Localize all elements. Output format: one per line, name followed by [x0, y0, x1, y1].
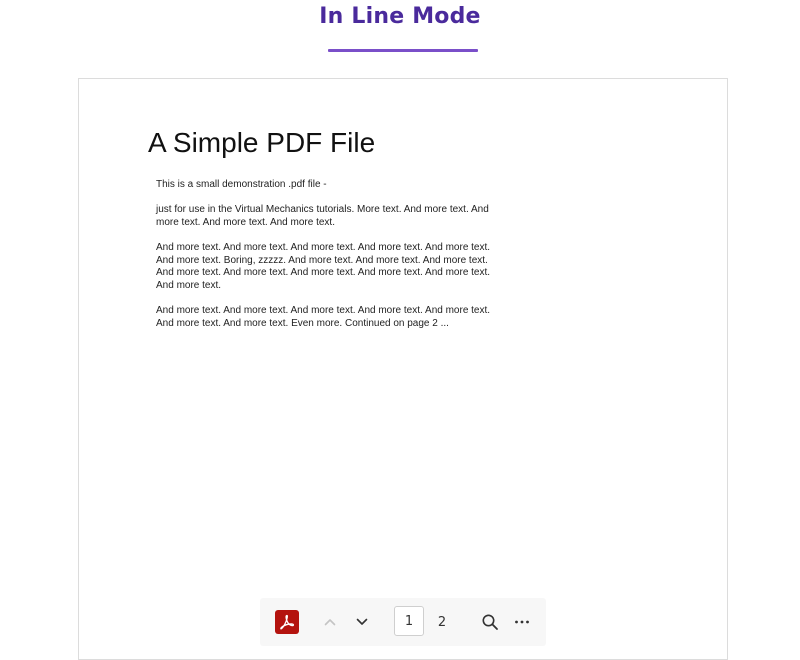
more-horizontal-icon[interactable]	[510, 610, 534, 634]
pdf-paragraph: just for use in the Virtual Mechanics tu…	[156, 204, 489, 228]
search-icon[interactable]	[478, 610, 502, 634]
pdf-page: A Simple PDF File This is a small demons…	[79, 79, 727, 659]
pdf-body: This is a small demonstration .pdf file …	[156, 179, 496, 343]
title-underline	[328, 49, 478, 52]
page-count: 2	[437, 614, 447, 630]
pdf-paragraph: This is a small demonstration .pdf file …	[156, 179, 327, 190]
adobe-pdf-icon	[275, 610, 299, 634]
chevron-down-icon[interactable]	[350, 610, 374, 634]
pdf-toolbar: 2	[260, 598, 546, 646]
page-title: In Line Mode	[319, 4, 481, 29]
page-number-input[interactable]	[394, 606, 424, 636]
chevron-up-icon[interactable]	[318, 610, 342, 634]
pdf-paragraph: And more text. And more text. And more t…	[156, 304, 491, 329]
pdf-viewer[interactable]: A Simple PDF File This is a small demons…	[78, 78, 728, 660]
pdf-paragraph: And more text. And more text. And more t…	[156, 241, 491, 291]
pdf-heading: A Simple PDF File	[148, 127, 376, 158]
page-header: In Line Mode	[0, 0, 800, 60]
